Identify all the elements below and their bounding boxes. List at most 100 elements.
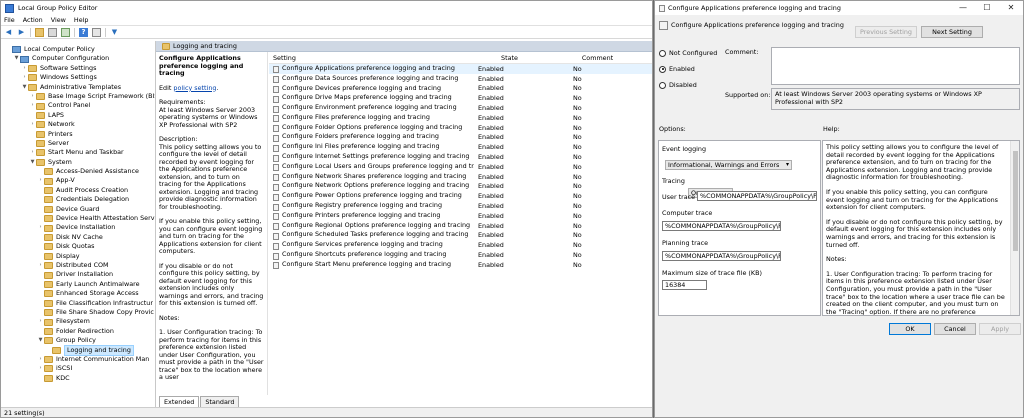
expand-arrow-icon[interactable]: › (29, 148, 36, 157)
tree-node[interactable]: › Device Installation (1, 223, 155, 232)
cancel-button[interactable]: Cancel (934, 323, 976, 335)
minimize-icon[interactable]: — (951, 1, 975, 15)
policy-tree[interactable]: Local Computer Policy ▼ Computer Configura… (1, 41, 156, 407)
column-state[interactable]: State (474, 54, 545, 62)
tree-node[interactable]: Device Health Attestation Servi (1, 214, 155, 223)
expand-arrow-icon[interactable]: › (37, 317, 44, 326)
maximize-icon[interactable]: ☐ (975, 1, 999, 15)
tree-node[interactable]: Folder Redirection (1, 327, 155, 336)
extended-view-icon[interactable] (92, 27, 101, 37)
tree-node[interactable]: Logging and tracing (1, 344, 155, 356)
expand-arrow-icon[interactable]: › (29, 92, 36, 101)
tree-node[interactable]: Access-Denied Assistance (1, 167, 155, 176)
tree-node[interactable]: › Network (1, 120, 155, 129)
table-row[interactable]: Configure Power Options preference loggi… (269, 191, 652, 201)
table-row[interactable]: Configure Files preference logging and t… (269, 113, 652, 123)
computer-trace-input[interactable]: %COMMONAPPDATA%\GroupPolicy\Pr (662, 221, 781, 231)
expand-arrow-icon[interactable]: ▼ (29, 158, 36, 167)
comment-textarea[interactable] (771, 47, 1020, 85)
help-scrollbar[interactable] (1010, 141, 1019, 315)
tree-node[interactable]: ▼ Administrative Templates (1, 83, 155, 92)
column-setting[interactable]: Setting (269, 54, 474, 62)
table-row[interactable]: Configure Start Menu preference logging … (269, 260, 652, 270)
tree-node[interactable]: Early Launch Antimalware (1, 280, 155, 289)
close-icon[interactable]: ✕ (999, 1, 1023, 15)
help-icon[interactable]: ? (79, 27, 88, 37)
tree-node[interactable]: Local Computer Policy (1, 45, 155, 54)
expand-arrow-icon[interactable]: › (37, 355, 44, 364)
table-row[interactable]: Configure Network Shares preference logg… (269, 172, 652, 182)
tree-node[interactable]: ▼ Computer Configuration (1, 54, 155, 63)
tree-node[interactable]: Printers (1, 130, 155, 139)
tree-node[interactable]: Credentials Delegation (1, 195, 155, 204)
expand-arrow-icon[interactable]: › (21, 64, 28, 73)
tree-node[interactable]: › Distributed COM (1, 261, 155, 270)
table-row[interactable]: Configure Printers preference logging an… (269, 211, 652, 221)
table-row[interactable]: Configure Folders preference logging and… (269, 132, 652, 143)
forward-icon[interactable]: ▶ (17, 28, 26, 37)
expand-arrow-icon[interactable]: ▼ (21, 83, 28, 92)
table-row[interactable]: Configure Data Sources preference loggin… (269, 74, 652, 84)
table-row[interactable]: Configure Environment preference logging… (269, 103, 652, 113)
tree-node[interactable]: › Control Panel (1, 101, 155, 110)
tree-node[interactable]: Disk Quotas (1, 242, 155, 251)
expand-arrow-icon[interactable]: › (21, 73, 28, 82)
menu-file[interactable]: File (4, 16, 15, 24)
help-scrollbar-thumb[interactable] (1013, 151, 1018, 251)
expand-arrow-icon[interactable]: › (37, 261, 44, 270)
table-row[interactable]: Configure Local Users and Groups prefere… (269, 162, 652, 172)
menu-action[interactable]: Action (23, 16, 43, 24)
table-row[interactable]: Configure Network Options preference log… (269, 181, 652, 192)
show-hide-tree-icon[interactable] (35, 27, 44, 37)
tree-node[interactable]: KDC (1, 374, 155, 383)
filter-icon[interactable]: ▼ (110, 28, 119, 37)
event-logging-select[interactable]: Informational, Warnings and Errors (665, 160, 792, 170)
expand-arrow-icon[interactable]: › (37, 176, 44, 185)
table-row[interactable]: Configure Regional Options preference lo… (269, 221, 652, 231)
expand-arrow-icon[interactable]: › (37, 223, 44, 232)
tree-node[interactable]: Display (1, 252, 155, 261)
menu-view[interactable]: View (51, 16, 66, 24)
expand-arrow-icon[interactable]: › (29, 101, 36, 110)
tree-node[interactable]: File Share Shadow Copy Provic (1, 308, 155, 317)
table-row[interactable]: Configure Scheduled Tasks preference log… (269, 230, 652, 241)
menu-help[interactable]: Help (74, 16, 89, 24)
tree-node[interactable]: › Filesystem (1, 317, 155, 326)
tab-extended[interactable]: Extended (159, 396, 200, 407)
tree-node[interactable]: › Software Settings (1, 64, 155, 73)
tree-node[interactable]: File Classification Infrastructur (1, 299, 155, 308)
radio-enabled[interactable]: Enabled (659, 65, 695, 73)
table-row[interactable]: Configure Drive Maps preference logging … (269, 93, 652, 103)
tree-node[interactable]: Driver Installation (1, 270, 155, 279)
edit-policy-link[interactable]: policy setting (173, 84, 216, 92)
expand-arrow-icon[interactable]: ▼ (13, 54, 20, 63)
radio-not-configured-dot[interactable] (659, 49, 666, 57)
planning-trace-input[interactable]: %COMMONAPPDATA%\GroupPolicy\Pr (662, 251, 781, 261)
tree-node[interactable]: Device Guard (1, 205, 155, 214)
tab-standard[interactable]: Standard (200, 396, 240, 407)
tree-node[interactable]: Audit Process Creation (1, 186, 155, 195)
tree-node[interactable]: Enhanced Storage Access (1, 289, 155, 298)
tree-node[interactable]: › Windows Settings (1, 73, 155, 82)
properties-icon[interactable] (48, 27, 57, 37)
radio-enabled-dot[interactable] (659, 65, 666, 73)
tree-node[interactable]: › Internet Communication Man (1, 355, 155, 364)
table-row[interactable]: Configure Services preference logging an… (269, 240, 652, 250)
expand-arrow-icon[interactable]: › (37, 364, 44, 373)
apply-button[interactable]: Apply (979, 323, 1021, 335)
tree-node[interactable]: › App-V (1, 176, 155, 185)
table-row[interactable]: Configure Shortcuts preference logging a… (269, 250, 652, 260)
max-size-input[interactable]: 16384 (662, 280, 707, 290)
table-row[interactable]: Configure Internet Settings preference l… (269, 152, 652, 162)
back-icon[interactable]: ◀ (4, 28, 13, 37)
table-row[interactable]: Configure Registry preference logging an… (269, 201, 652, 211)
table-row[interactable]: Configure Applications preference loggin… (269, 64, 652, 74)
tree-node[interactable]: › iSCSI (1, 364, 155, 373)
user-trace-input[interactable]: %COMMONAPPDATA%\GroupPolicy\Pr (697, 191, 817, 201)
table-row[interactable]: Configure Devices preference logging and… (269, 84, 652, 94)
previous-setting-button[interactable]: Previous Setting (855, 26, 917, 38)
tree-node[interactable]: › Base Image Script Framework (BIS (1, 92, 155, 101)
ok-button[interactable]: OK (889, 323, 931, 335)
next-setting-button[interactable]: Next Setting (921, 26, 983, 38)
radio-disabled[interactable]: Disabled (659, 81, 697, 89)
